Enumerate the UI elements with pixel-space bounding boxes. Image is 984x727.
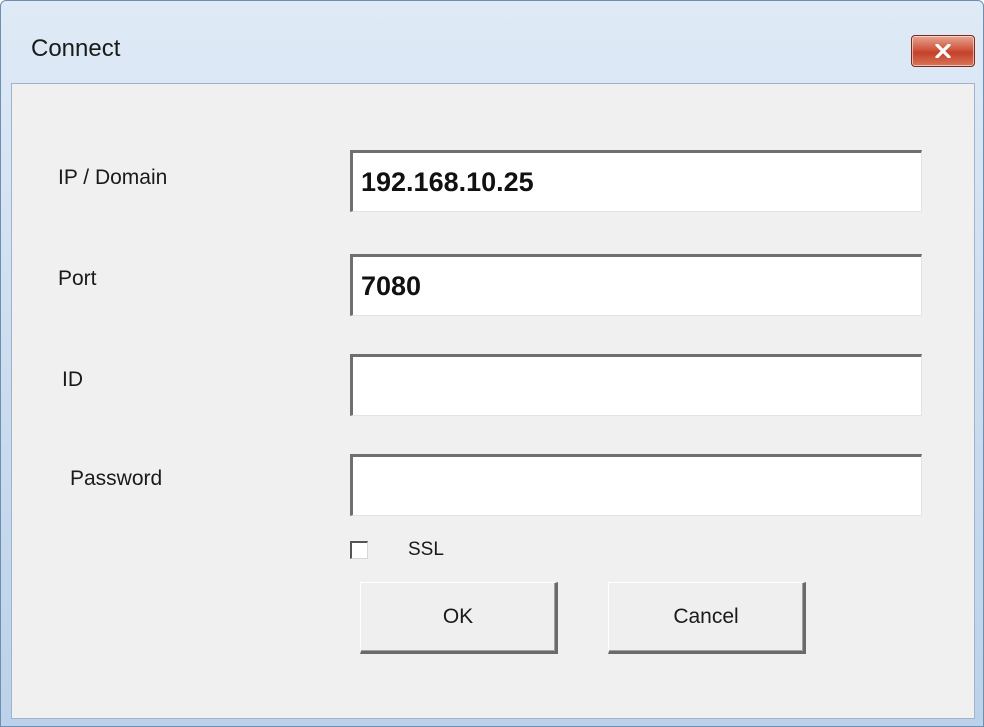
ip-domain-label: IP / Domain <box>58 166 168 189</box>
window-title: Connect <box>31 35 121 62</box>
id-input[interactable] <box>350 354 922 416</box>
password-input[interactable] <box>350 454 922 516</box>
port-label: Port <box>58 267 97 290</box>
ssl-option: SSL <box>350 537 444 563</box>
port-input[interactable] <box>350 254 922 316</box>
dialog-body: IP / Domain Port ID Password SSL OK Canc… <box>11 83 975 719</box>
ssl-label: SSL <box>408 539 444 560</box>
ssl-checkbox[interactable] <box>350 541 368 559</box>
password-label: Password <box>70 467 163 490</box>
title-bar[interactable]: Connect <box>1 1 983 83</box>
close-button[interactable] <box>911 35 975 67</box>
connect-dialog: Connect IP / Domain Port ID Password SSL… <box>0 0 984 727</box>
close-icon <box>935 44 951 58</box>
ok-button[interactable]: OK <box>360 582 558 654</box>
id-label: ID <box>62 368 83 391</box>
cancel-button[interactable]: Cancel <box>608 582 806 654</box>
ip-domain-input[interactable] <box>350 150 922 212</box>
